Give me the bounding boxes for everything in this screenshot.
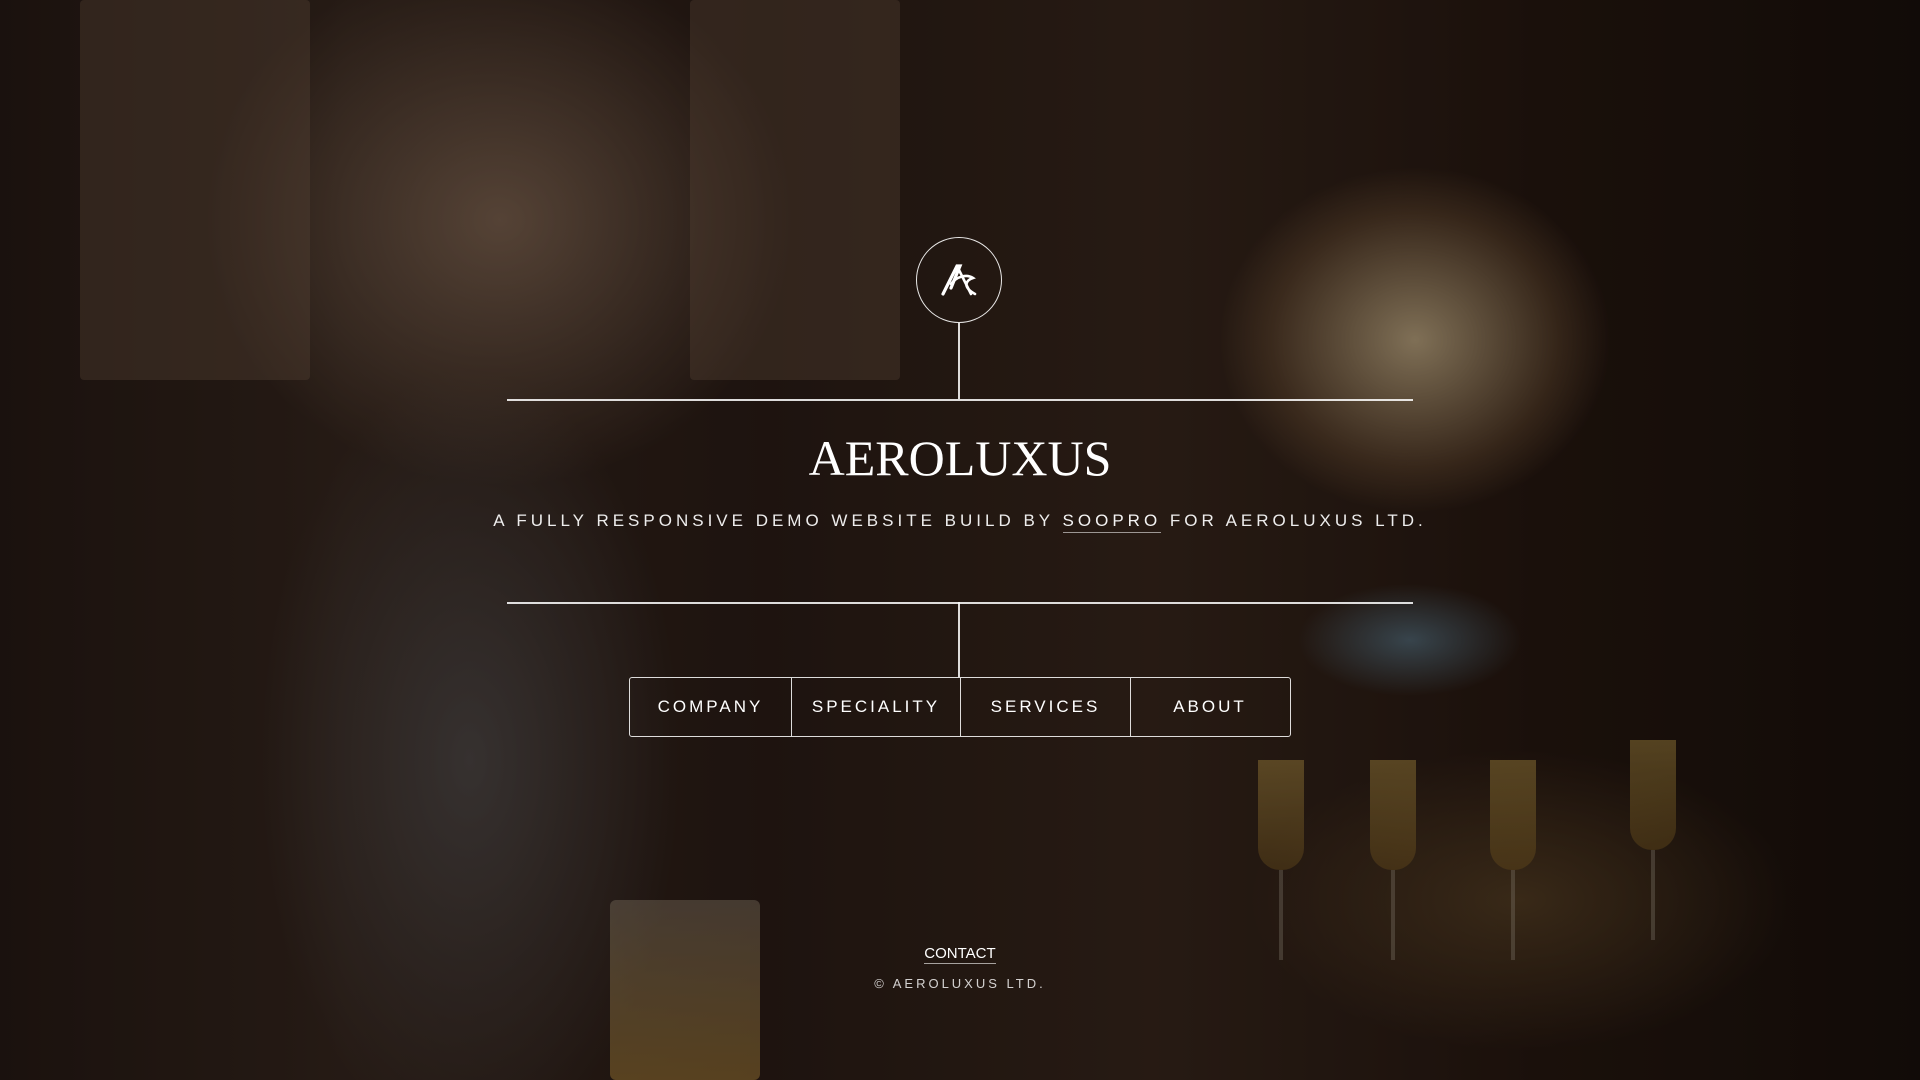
tagline-text: A FULLY RESPONSIVE DEMO WEBSITE BUILD BY (493, 511, 1063, 530)
nav-item-speciality[interactable]: SPECIALITY (791, 678, 960, 736)
soopro-link[interactable]: SOOPRO (1062, 511, 1162, 533)
logo-connector-line (958, 323, 960, 399)
copyright: © AEROLUXUS LTD. (874, 976, 1046, 991)
aeroluxus-monogram-icon (941, 264, 977, 296)
main-nav: COMPANY SPECIALITY SERVICES ABOUT (629, 677, 1291, 737)
nav-item-about[interactable]: ABOUT (1130, 678, 1289, 736)
brand-name: AEROLUXUS (808, 430, 1112, 486)
tagline: A FULLY RESPONSIVE DEMO WEBSITE BUILD BY… (0, 508, 1920, 534)
brand-logo[interactable] (916, 237, 1002, 323)
contact-link[interactable]: CONTACT (924, 945, 996, 964)
landing-page: AEROLUXUS A FULLY RESPONSIVE DEMO WEBSIT… (0, 0, 1920, 1080)
nav-connector-line (958, 602, 960, 677)
nav-item-services[interactable]: SERVICES (960, 678, 1130, 736)
nav-item-company[interactable]: COMPANY (630, 678, 791, 736)
footer-contact: CONTACT (0, 944, 1920, 964)
top-divider (507, 399, 1413, 401)
tagline-text-end: FOR AEROLUXUS LTD. (1161, 511, 1427, 530)
bottom-divider (507, 602, 1413, 604)
dark-overlay (0, 0, 1920, 1080)
